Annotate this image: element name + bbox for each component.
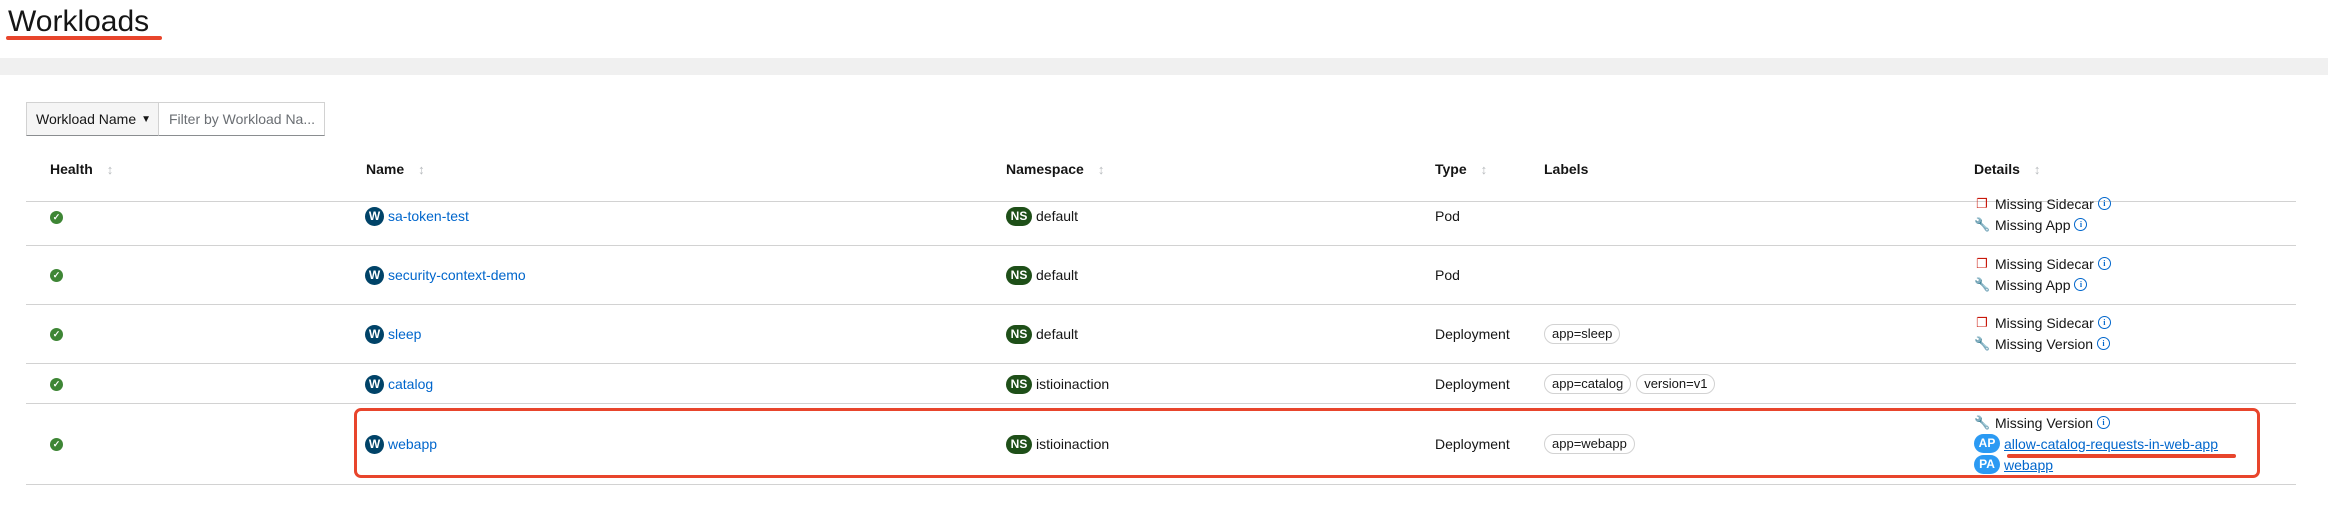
missing-sidecar-icon: ❐ — [1976, 314, 1988, 330]
column-header-label: Details — [1974, 161, 2020, 177]
sort-icon[interactable]: ↕ — [1481, 151, 1488, 189]
filter-input[interactable] — [159, 102, 325, 136]
workload-name-link[interactable]: sleep — [388, 326, 421, 342]
info-icon[interactable]: i — [2097, 316, 2111, 329]
sort-icon[interactable]: ↕ — [1098, 151, 1105, 189]
column-header-label: Namespace — [1006, 161, 1084, 177]
namespace-text: istioinaction — [1036, 376, 1110, 392]
healthy-check-icon: ✓ — [50, 377, 63, 391]
table-row: ✓ W catalog NS istioinaction Deployment … — [26, 364, 2296, 404]
detail-text: Missing Sidecar — [1995, 255, 2094, 272]
column-header-label: Labels — [1544, 161, 1589, 177]
filter-type-label: Workload Name — [36, 111, 137, 127]
namespace-text: default — [1036, 267, 1079, 283]
column-header-namespace[interactable]: Namespace ↕ — [1006, 150, 1104, 188]
title-annotation-underline — [6, 36, 162, 40]
column-header-label: Name — [366, 161, 405, 177]
workload-badge-icon: W — [365, 374, 384, 394]
type-text: Deployment — [1435, 376, 1510, 392]
healthy-check-icon: ✓ — [50, 327, 63, 341]
workload-badge-icon: W — [365, 206, 384, 226]
column-header-labels: Labels — [1544, 150, 1588, 188]
table-row: ✓ W sa-token-test NS default Pod ❐ Missin… — [26, 188, 2296, 246]
detail-text: Missing Version — [1995, 335, 2094, 352]
column-header-name[interactable]: Name ↕ — [366, 150, 425, 188]
detail-text: Missing App — [1995, 276, 2071, 293]
annotation-underline — [2007, 454, 2236, 458]
healthy-check-icon: ✓ — [50, 268, 63, 282]
namespace-badge-icon: NS — [1006, 265, 1032, 285]
wrench-icon: 🔧 — [1974, 216, 1991, 232]
info-icon[interactable]: i — [2074, 278, 2088, 291]
column-header-details[interactable]: Details ↕ — [1974, 150, 2040, 188]
column-header-type[interactable]: Type ↕ — [1435, 150, 1487, 188]
healthy-check-icon: ✓ — [50, 437, 63, 451]
namespace-badge-icon: NS — [1006, 206, 1032, 226]
namespace-badge-icon: NS — [1006, 374, 1032, 394]
page-header: Workloads — [0, 0, 2328, 58]
type-text: Pod — [1435, 208, 1460, 224]
caret-down-icon: ▼ — [141, 113, 152, 125]
label-chip: app=sleep — [1544, 324, 1621, 344]
column-header-label: Health — [50, 161, 93, 177]
wrench-icon: 🔧 — [1974, 276, 1991, 292]
namespace-text: default — [1036, 208, 1079, 224]
workload-badge-icon: W — [365, 324, 384, 344]
column-header-health[interactable]: Health ↕ — [50, 150, 113, 188]
filter-type-select[interactable]: Workload Name ▼ — [26, 102, 159, 136]
type-text: Deployment — [1435, 326, 1510, 342]
details-cell: ❐ Missing Sidecar i 🔧 Missing Version i — [1974, 312, 2111, 354]
annotation-highlight-box — [354, 408, 2260, 478]
wrench-icon: 🔧 — [1974, 335, 1991, 351]
filter-toolbar: Workload Name ▼ — [26, 102, 325, 136]
namespace-badge-icon: NS — [1006, 324, 1032, 344]
details-cell: ❐ Missing Sidecar i 🔧 Missing App i — [1974, 193, 2111, 235]
workload-badge-icon: W — [365, 265, 384, 285]
type-text: Pod — [1435, 267, 1460, 283]
workload-name-link[interactable]: catalog — [388, 376, 433, 392]
namespace-text: default — [1036, 326, 1079, 342]
column-header-label: Type — [1435, 161, 1467, 177]
info-icon[interactable]: i — [2097, 197, 2111, 210]
workload-name-link[interactable]: security-context-demo — [388, 267, 526, 283]
detail-text: Missing Sidecar — [1995, 314, 2094, 331]
info-icon[interactable]: i — [2097, 337, 2111, 350]
detail-text: Missing App — [1995, 216, 2071, 233]
details-cell: ❐ Missing Sidecar i 🔧 Missing App i — [1974, 253, 2111, 295]
table-row: ✓ W sleep NS default Deployment app=slee… — [26, 305, 2296, 364]
label-chip: version=v1 — [1636, 374, 1716, 394]
label-chip: app=catalog — [1544, 374, 1632, 394]
sort-icon[interactable]: ↕ — [2034, 151, 2041, 189]
missing-sidecar-icon: ❐ — [1976, 195, 1988, 211]
info-icon[interactable]: i — [2074, 218, 2088, 231]
info-icon[interactable]: i — [2097, 257, 2111, 270]
workload-name-link[interactable]: sa-token-test — [388, 208, 469, 224]
table-row: ✓ W security-context-demo NS default Pod… — [26, 246, 2296, 305]
sort-icon[interactable]: ↕ — [418, 151, 425, 189]
healthy-check-icon: ✓ — [50, 210, 63, 224]
missing-sidecar-icon: ❐ — [1976, 255, 1988, 271]
detail-text: Missing Sidecar — [1995, 195, 2094, 212]
sort-icon[interactable]: ↕ — [107, 151, 114, 189]
